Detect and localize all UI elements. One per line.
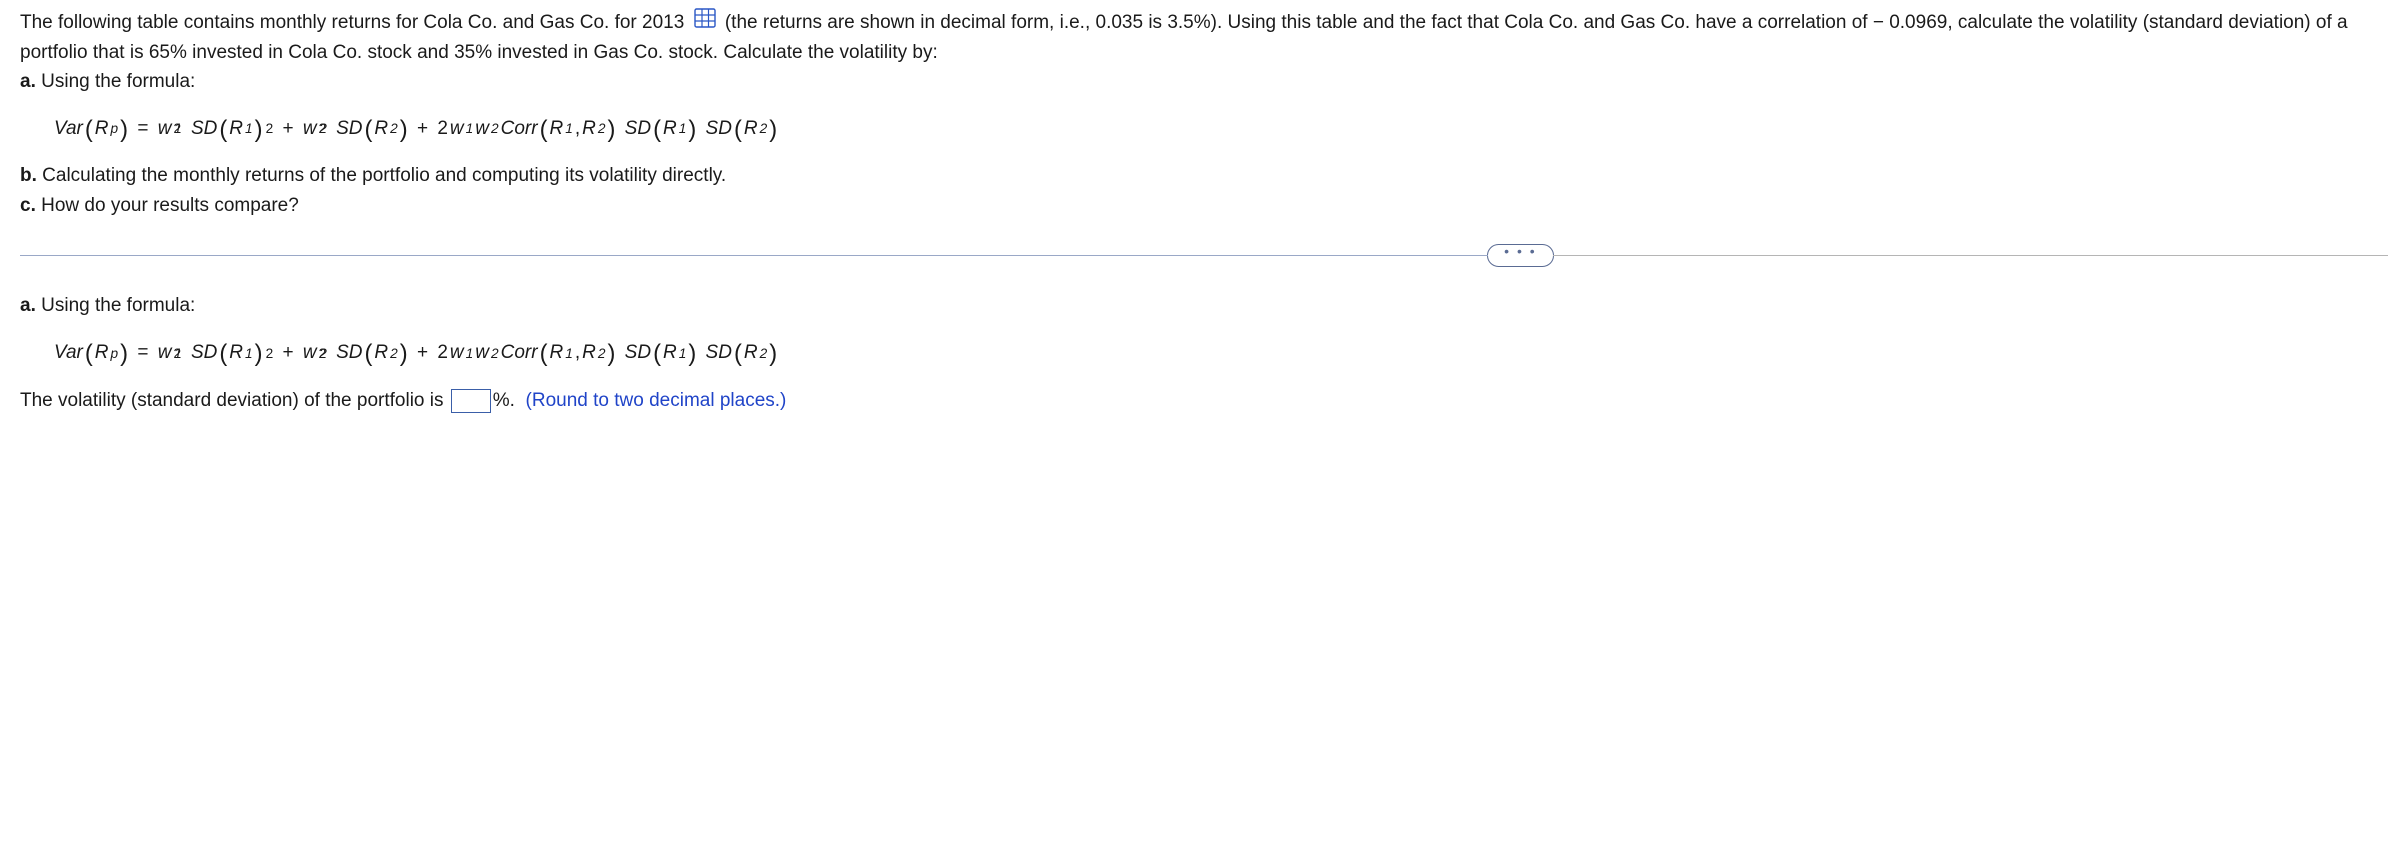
part-b: b. Calculating the monthly returns of th… [20,161,2388,190]
answer-a-label: a. [20,295,36,316]
answer-suffix: %. [493,390,515,411]
expand-pill[interactable]: • • • [1487,244,1553,267]
part-b-text: Calculating the monthly returns of the p… [42,165,726,186]
volatility-input[interactable] [451,389,491,413]
answer-a-text: Using the formula: [41,295,195,316]
intro-text-1: The following table contains monthly ret… [20,12,684,33]
variance-formula-repeat: Var (Rp) = w21 SD (R1)2 + w22 SD (R2) + … [54,335,2388,372]
part-b-label: b. [20,165,37,186]
section-divider: • • • [20,244,2388,267]
data-table-icon[interactable] [694,8,716,37]
part-c: c. How do your results compare? [20,191,2388,220]
problem-statement: The following table contains monthly ret… [20,8,2388,67]
answer-line: The volatility (standard deviation) of t… [20,386,2388,415]
dots-icon: • • • [1504,243,1536,259]
variance-formula: Var (Rp) = w21 SD (R1)2 + w22 SD (R2) + … [54,111,2388,148]
divider-line-left [20,255,1488,256]
part-a-text: Using the formula: [41,71,195,92]
part-c-label: c. [20,195,36,216]
part-a: a. Using the formula: [20,67,2388,96]
part-c-text: How do your results compare? [41,195,299,216]
part-a-label: a. [20,71,36,92]
answer-prefix: The volatility (standard deviation) of t… [20,390,444,411]
answer-part-a: a. Using the formula: [20,291,2388,320]
divider-line-right [1553,255,2388,256]
rounding-hint: (Round to two decimal places.) [526,390,787,411]
